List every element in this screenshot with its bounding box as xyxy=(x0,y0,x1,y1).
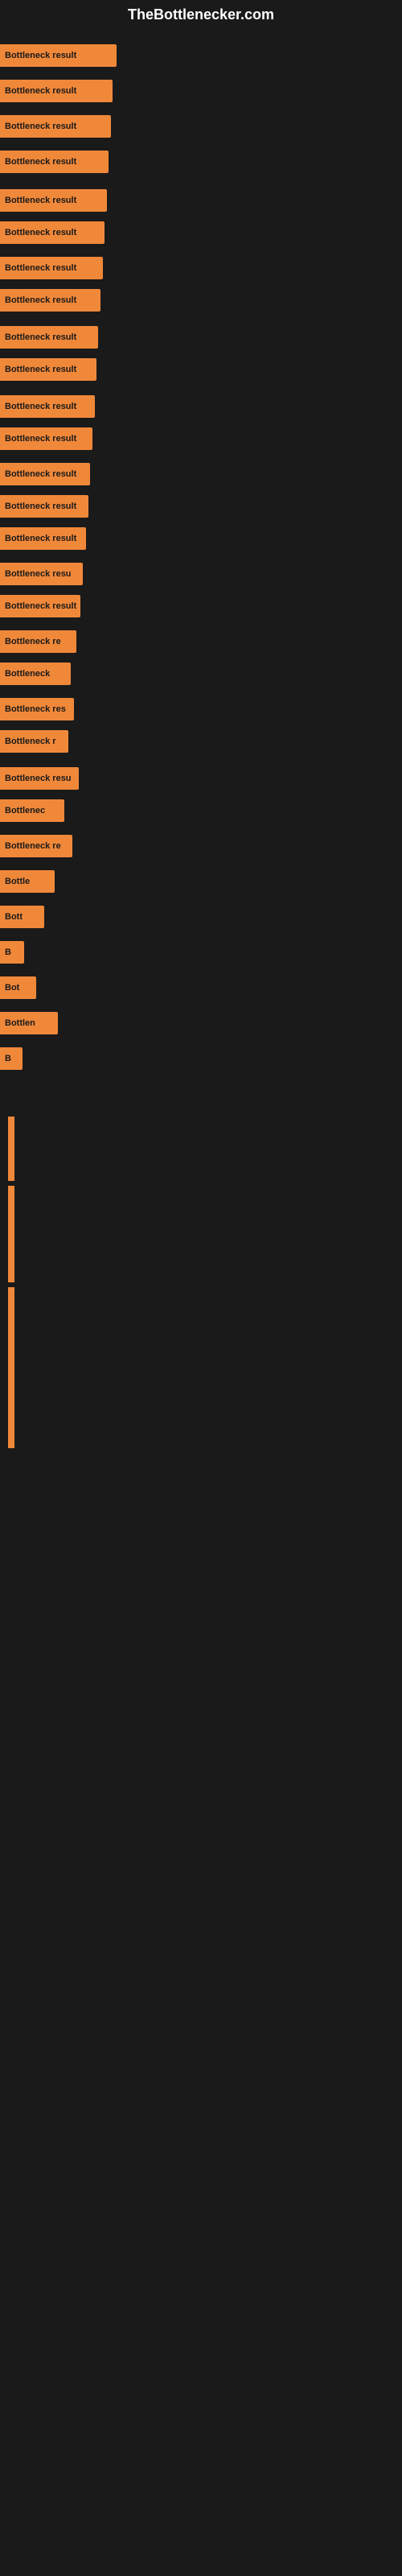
site-title: TheBottlenecker.com xyxy=(0,0,402,30)
bottleneck-bar: Bottleneck result xyxy=(0,151,109,173)
bar-row: B xyxy=(0,938,402,967)
bar-row: Bottleneck result xyxy=(0,524,402,553)
bar-label: Bottleneck resu xyxy=(5,774,72,783)
bar-label: Bottleneck result xyxy=(5,402,76,411)
bar-row: Bottleneck result xyxy=(0,76,402,105)
bar-row: Bottleneck result xyxy=(0,492,402,521)
bar-label: Bottleneck r xyxy=(5,737,56,746)
bar-label: Bottleneck result xyxy=(5,228,76,237)
bar-label: Bottleneck result xyxy=(5,295,76,305)
bottleneck-bar: Bottleneck result xyxy=(0,358,96,381)
bar-label: Bott xyxy=(5,912,23,922)
bar-label: Bottleneck result xyxy=(5,434,76,444)
vertical-bar xyxy=(8,1287,14,1448)
vertical-bar xyxy=(8,1117,14,1181)
bottleneck-bar: Bottleneck result xyxy=(0,80,113,102)
bottleneck-bar: Bottleneck re xyxy=(0,630,76,653)
bar-row: Bottleneck result xyxy=(0,460,402,489)
bar-row: Bottlenec xyxy=(0,796,402,825)
bar-label: Bottle xyxy=(5,877,30,886)
bar-label: Bottleneck result xyxy=(5,332,76,342)
bar-row: Bottleneck resu xyxy=(0,764,402,793)
bottleneck-bar: Bottlen xyxy=(0,1012,58,1034)
bar-label: Bottleneck res xyxy=(5,704,66,714)
bottleneck-bar: Bottleneck resu xyxy=(0,563,83,585)
bar-label: Bottleneck result xyxy=(5,196,76,205)
bottleneck-bar: Bottleneck resu xyxy=(0,767,79,790)
bar-label: Bottleneck resu xyxy=(5,569,72,579)
bar-row: Bottleneck result xyxy=(0,592,402,621)
bar-row: Bottleneck re xyxy=(0,627,402,656)
bar-label: B xyxy=(5,947,11,957)
bar-row: Bottleneck result xyxy=(0,218,402,247)
bottleneck-bar: B xyxy=(0,1047,23,1070)
bar-row: Bottleneck result xyxy=(0,41,402,70)
bar-row: Bottleneck result xyxy=(0,254,402,283)
bar-label: Bottlen xyxy=(5,1018,35,1028)
bottleneck-bar: Bottle xyxy=(0,870,55,893)
bar-row: B xyxy=(0,1044,402,1073)
bar-row: Bottleneck re xyxy=(0,832,402,861)
bottleneck-bar: Bottleneck xyxy=(0,663,71,685)
bottleneck-bar: Bottleneck re xyxy=(0,835,72,857)
bottleneck-bar: Bottleneck result xyxy=(0,527,86,550)
bar-label: Bottleneck result xyxy=(5,51,76,60)
bottleneck-bar: Bot xyxy=(0,976,36,999)
bar-row: Bottleneck resu xyxy=(0,559,402,588)
bar-label: B xyxy=(5,1054,11,1063)
bar-label: Bottleneck result xyxy=(5,534,76,543)
bar-label: Bot xyxy=(5,983,19,993)
bar-row: Bottleneck result xyxy=(0,147,402,176)
bottleneck-bar: Bottleneck result xyxy=(0,44,117,67)
bottleneck-bar: Bottleneck result xyxy=(0,326,98,349)
bottleneck-bar: Bottleneck result xyxy=(0,115,111,138)
bar-row: Bottleneck result xyxy=(0,112,402,141)
bar-row: Bottleneck r xyxy=(0,727,402,756)
bottleneck-bar: Bottleneck result xyxy=(0,257,103,279)
bar-label: Bottleneck result xyxy=(5,122,76,131)
bar-label: Bottleneck result xyxy=(5,86,76,96)
bar-label: Bottleneck re xyxy=(5,841,61,851)
bottleneck-bar: Bottleneck result xyxy=(0,221,105,244)
bar-label: Bottleneck result xyxy=(5,365,76,374)
bottleneck-bar: Bottleneck res xyxy=(0,698,74,720)
bottleneck-bar: Bottleneck result xyxy=(0,595,80,617)
bottleneck-bar: Bottleneck r xyxy=(0,730,68,753)
bar-label: Bottleneck result xyxy=(5,263,76,273)
vertical-bar xyxy=(8,1186,14,1282)
bar-label: Bottleneck result xyxy=(5,469,76,479)
bar-label: Bottlenec xyxy=(5,806,45,815)
bottleneck-bar: Bottleneck result xyxy=(0,395,95,418)
bar-label: Bottleneck result xyxy=(5,502,76,511)
bottleneck-bar: Bottleneck result xyxy=(0,463,90,485)
bottleneck-bar: Bottleneck result xyxy=(0,427,92,450)
bar-label: Bottleneck result xyxy=(5,601,76,611)
bottleneck-bar: Bottleneck result xyxy=(0,495,88,518)
bar-row: Bott xyxy=(0,902,402,931)
bar-row: Bottleneck result xyxy=(0,286,402,315)
bar-label: Bottleneck xyxy=(5,669,50,679)
bar-row: Bottlen xyxy=(0,1009,402,1038)
bars-container: Bottleneck result Bottleneck result Bottle… xyxy=(0,30,402,1084)
bar-row: Bottleneck result xyxy=(0,323,402,352)
bar-row: Bottleneck result xyxy=(0,355,402,384)
bar-label: Bottleneck re xyxy=(5,637,61,646)
bar-row: Bottleneck res xyxy=(0,695,402,724)
bar-row: Bot xyxy=(0,973,402,1002)
vertical-bar-section xyxy=(0,1117,402,1453)
bar-row: Bottleneck result xyxy=(0,424,402,453)
bar-label: Bottleneck result xyxy=(5,157,76,167)
bottleneck-bar: Bott xyxy=(0,906,44,928)
bottleneck-bar: Bottleneck result xyxy=(0,189,107,212)
bar-row: Bottleneck xyxy=(0,659,402,688)
bar-row: Bottleneck result xyxy=(0,186,402,215)
bar-row: Bottleneck result xyxy=(0,392,402,421)
bottleneck-bar: Bottlenec xyxy=(0,799,64,822)
bottleneck-bar: B xyxy=(0,941,24,964)
bar-row: Bottle xyxy=(0,867,402,896)
bottleneck-bar: Bottleneck result xyxy=(0,289,100,312)
